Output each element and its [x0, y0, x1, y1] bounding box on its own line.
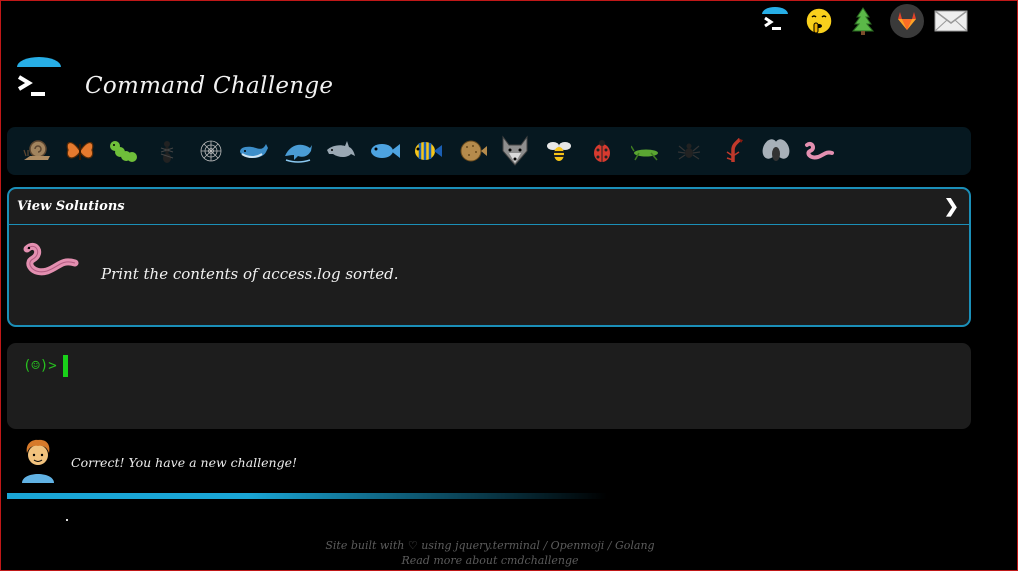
site-logo-icon[interactable]: [15, 57, 63, 105]
challenge-animal-bar: [7, 127, 971, 175]
dolphin-jumping-icon[interactable]: [276, 131, 320, 171]
snail-icon[interactable]: [15, 131, 59, 171]
read-more-link[interactable]: Read more about cmdchallenge: [1, 553, 979, 568]
cmdchallenge-logo-icon[interactable]: [757, 3, 793, 39]
blowfish-icon[interactable]: [450, 131, 494, 171]
spider-web-icon[interactable]: [189, 131, 233, 171]
person-avatar-icon: [19, 437, 57, 487]
spider-icon[interactable]: [668, 131, 712, 171]
bee-icon[interactable]: [537, 131, 581, 171]
footer-credits: Site built with ♡ using jquery.terminal …: [325, 539, 655, 552]
feedback-area: Correct! You have a new challenge!: [19, 437, 297, 487]
challenge-panel: View Solutions ❯ Print the contents of a…: [7, 187, 971, 327]
butterfly-icon[interactable]: [59, 131, 103, 171]
view-solutions-label: View Solutions: [17, 199, 125, 214]
decorative-dot: [66, 519, 68, 521]
challenge-description: Print the contents of access.log sorted.: [101, 265, 399, 283]
fish-icon[interactable]: [363, 131, 407, 171]
chevron-right-icon: ❯: [943, 196, 959, 217]
mail-icon[interactable]: [933, 3, 969, 39]
shushing-face-icon[interactable]: [801, 3, 837, 39]
progress-bar: [7, 493, 607, 499]
dolphin-icon[interactable]: [320, 131, 364, 171]
page-title: Command Challenge: [85, 73, 334, 99]
whale-icon[interactable]: [233, 131, 277, 171]
footer: Site built with ♡ using jquery.terminal …: [1, 538, 979, 568]
scorpion-icon[interactable]: [711, 131, 755, 171]
cricket-icon[interactable]: [624, 131, 668, 171]
lady-beetle-icon[interactable]: [581, 131, 625, 171]
worm-icon[interactable]: [798, 131, 842, 171]
terminal-cursor: [62, 355, 68, 377]
gitlab-icon[interactable]: [889, 3, 925, 39]
wolf-icon[interactable]: [494, 131, 538, 171]
tropical-fish-icon[interactable]: [407, 131, 451, 171]
terminal-input-line[interactable]: (☺)>: [23, 355, 68, 377]
feedback-message: Correct! You have a new challenge!: [71, 454, 298, 470]
fly-icon[interactable]: [755, 131, 799, 171]
terminal-prompt: (☺)>: [23, 358, 57, 374]
worm-icon: [21, 239, 81, 285]
evergreen-tree-icon[interactable]: [845, 3, 881, 39]
top-icon-bar: [757, 3, 969, 39]
caterpillar-icon[interactable]: [102, 131, 146, 171]
ant-icon[interactable]: [146, 131, 190, 171]
terminal[interactable]: (☺)>: [7, 343, 971, 429]
view-solutions-toggle[interactable]: View Solutions ❯: [9, 189, 969, 225]
